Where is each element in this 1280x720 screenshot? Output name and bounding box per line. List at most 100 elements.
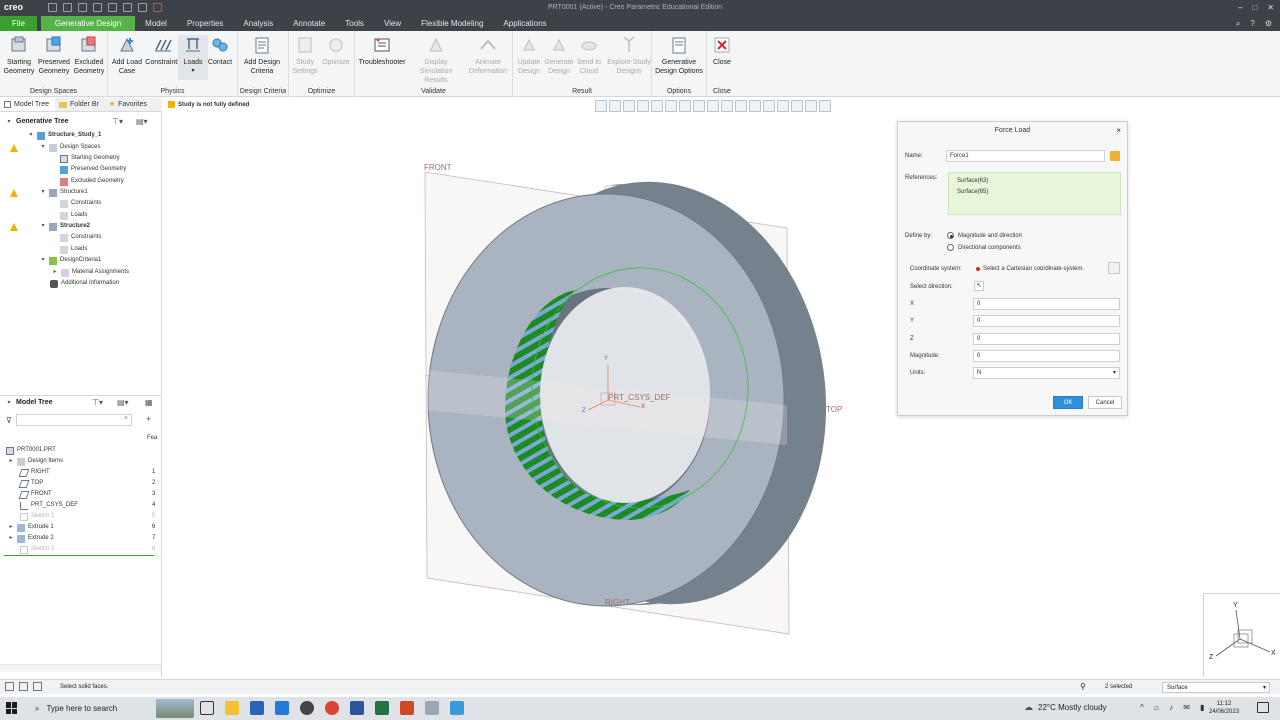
graphics-icon[interactable] <box>19 682 28 691</box>
tab-favorites[interactable]: ★ Favorites <box>105 98 153 111</box>
radio-magnitude-direction[interactable]: Magnitude and direction <box>947 232 1022 239</box>
send-to-cloud-button[interactable]: Send to Cloud <box>570 35 608 76</box>
zoom-in-icon[interactable] <box>609 100 621 112</box>
model-item-csys[interactable]: PRT_CSYS_DEF <box>20 500 78 511</box>
model-tree-search-input[interactable] <box>16 414 132 426</box>
tab-file[interactable]: File <box>0 16 37 31</box>
tab-folder-browser[interactable]: Folder Br <box>55 98 105 111</box>
collapse-icon[interactable]: ▾ <box>28 130 34 141</box>
preserved-geometry-button[interactable]: Preserved Geometry <box>35 35 73 76</box>
excel-icon[interactable] <box>375 701 389 715</box>
collapse-icon[interactable]: ▾ <box>40 221 46 232</box>
tab-properties[interactable]: Properties <box>177 16 233 31</box>
horizontal-scrollbar[interactable] <box>0 664 161 672</box>
help-icon[interactable]: ? <box>1250 16 1254 31</box>
optimize-button[interactable]: Optimize <box>317 35 355 67</box>
name-field[interactable]: Force1 <box>946 150 1105 162</box>
collapse-icon[interactable]: ▾ <box>40 255 46 266</box>
model-item-extrude2[interactable]: ▸ Extrude 2 <box>8 533 54 544</box>
refit-icon[interactable] <box>595 100 607 112</box>
tab-tools[interactable]: Tools <box>335 16 374 31</box>
minimize-icon[interactable]: – <box>1238 3 1242 12</box>
tree-item-structure2[interactable]: ▾ Structure2 <box>40 221 90 232</box>
animate-deformation-button[interactable]: Animate Deformation <box>465 35 511 76</box>
collapse-icon[interactable]: ▾ <box>6 399 12 406</box>
display-simulation-results-button[interactable]: Display Simulation Results <box>410 35 462 85</box>
close-icon[interactable]: × <box>1116 126 1121 135</box>
y-component-field[interactable]: 0 <box>973 315 1120 327</box>
tree-filter-icon[interactable]: ▤▾ <box>136 117 148 126</box>
contact-button[interactable]: Contact <box>204 35 236 67</box>
collapse-icon[interactable]: ▾ <box>40 187 46 198</box>
word-icon[interactable] <box>350 701 364 715</box>
x-component-field[interactable]: 0 <box>973 298 1120 310</box>
display-style-icon[interactable] <box>665 100 677 112</box>
task-view-icon[interactable] <box>200 701 214 715</box>
windows-icon[interactable] <box>138 3 147 12</box>
filter-icon[interactable]: ⊽ <box>6 416 12 425</box>
clear-search-icon[interactable]: × <box>124 415 128 422</box>
tab-analysis[interactable]: Analysis <box>233 16 283 31</box>
search-icon[interactable]: ⌕ <box>1236 16 1240 31</box>
tree-item-material-assignments[interactable]: ▸ Material Assignments <box>52 267 129 278</box>
simulation-display-icon[interactable] <box>819 100 831 112</box>
tab-generative-design[interactable]: Generative Design <box>40 16 136 31</box>
smart-select-icon[interactable]: ⚲ <box>1080 682 1086 691</box>
repaint-icon[interactable] <box>637 100 649 112</box>
saved-orientations-icon[interactable] <box>651 100 663 112</box>
open-file-icon[interactable] <box>63 3 72 12</box>
powerpoint-icon[interactable] <box>400 701 414 715</box>
file-explorer-icon[interactable] <box>225 701 239 715</box>
tab-model-tree[interactable]: Model Tree <box>0 98 56 111</box>
model-item-sketch1[interactable]: Sketch 1 <box>20 511 54 522</box>
point-display-icon[interactable] <box>791 100 803 112</box>
layout-icon[interactable] <box>5 682 14 691</box>
tree-item-constraints[interactable]: Constraints <box>60 198 101 209</box>
excluded-geometry-button[interactable]: Excluded Geometry <box>70 35 108 76</box>
notification-icon[interactable] <box>1257 702 1269 713</box>
right-plane-label[interactable]: RIGHT <box>605 598 630 607</box>
units-select[interactable]: N ▾ <box>973 367 1120 379</box>
tab-applications[interactable]: Applications <box>493 16 556 31</box>
reference-item[interactable]: Surface(63) <box>957 176 1112 187</box>
model-item-part[interactable]: PRT0001.PRT <box>6 445 56 456</box>
panel-divider[interactable] <box>0 395 161 396</box>
spin-center-icon[interactable] <box>749 100 761 112</box>
perspective-icon[interactable] <box>679 100 691 112</box>
coordinate-system-collector[interactable]: Select a Cartesian coordinate system. <box>973 263 1108 275</box>
store-icon[interactable] <box>250 701 264 715</box>
settings-icon[interactable]: ⚙ <box>1265 16 1272 31</box>
tree-item-additional-information[interactable]: Additional Information <box>50 278 119 289</box>
ok-button[interactable]: OK <box>1053 396 1083 409</box>
magnitude-field[interactable]: 0 <box>973 350 1120 362</box>
tree-settings-icon[interactable]: ⊤▾ <box>92 398 103 407</box>
tree-item-excluded-geometry[interactable]: Excluded Geometry <box>60 176 124 187</box>
model-item-right[interactable]: RIGHT <box>18 467 50 478</box>
selection-count[interactable]: 2 selected <box>1105 684 1132 690</box>
tree-item-structure1[interactable]: ▾ Structure1 <box>40 187 88 198</box>
constraints-button[interactable]: Constraints <box>144 35 182 67</box>
model-item-front[interactable]: FRONT <box>18 489 52 500</box>
reference-item[interactable]: Surface(65) <box>957 187 1112 198</box>
direction-select-icon[interactable]: ↖ <box>974 281 984 291</box>
top-plane-label[interactable]: TOP <box>826 405 842 414</box>
maximize-icon[interactable]: □ <box>1252 3 1257 12</box>
model-item-design-items[interactable]: ▸ Design Items <box>8 456 63 467</box>
tree-item-starting-geometry[interactable]: Starting Geometry <box>60 153 120 164</box>
csys-select-icon[interactable] <box>1108 262 1120 274</box>
z-component-field[interactable]: 0 <box>973 333 1120 345</box>
annotation-display-icon[interactable] <box>735 100 747 112</box>
tree-item-constraints[interactable]: Constraints <box>60 232 101 243</box>
expand-icon[interactable]: ▸ <box>8 533 14 544</box>
tab-annotate[interactable]: Annotate <box>283 16 335 31</box>
tab-model[interactable]: Model <box>135 16 177 31</box>
model-item-sketch2[interactable]: Sketch 2 <box>20 544 54 555</box>
selection-filter-select[interactable]: Surface ▾ <box>1162 682 1270 693</box>
csys-display-icon[interactable] <box>805 100 817 112</box>
generative-design-options-button[interactable]: Generative Design Options <box>654 35 704 76</box>
creo-taskbar-icon[interactable] <box>450 701 464 715</box>
explore-study-designs-button[interactable]: Explore Study Designs <box>607 35 651 76</box>
save-icon[interactable] <box>78 3 87 12</box>
redo-icon[interactable] <box>108 3 117 12</box>
radio-directional-components[interactable]: Directional components <box>947 244 1021 251</box>
